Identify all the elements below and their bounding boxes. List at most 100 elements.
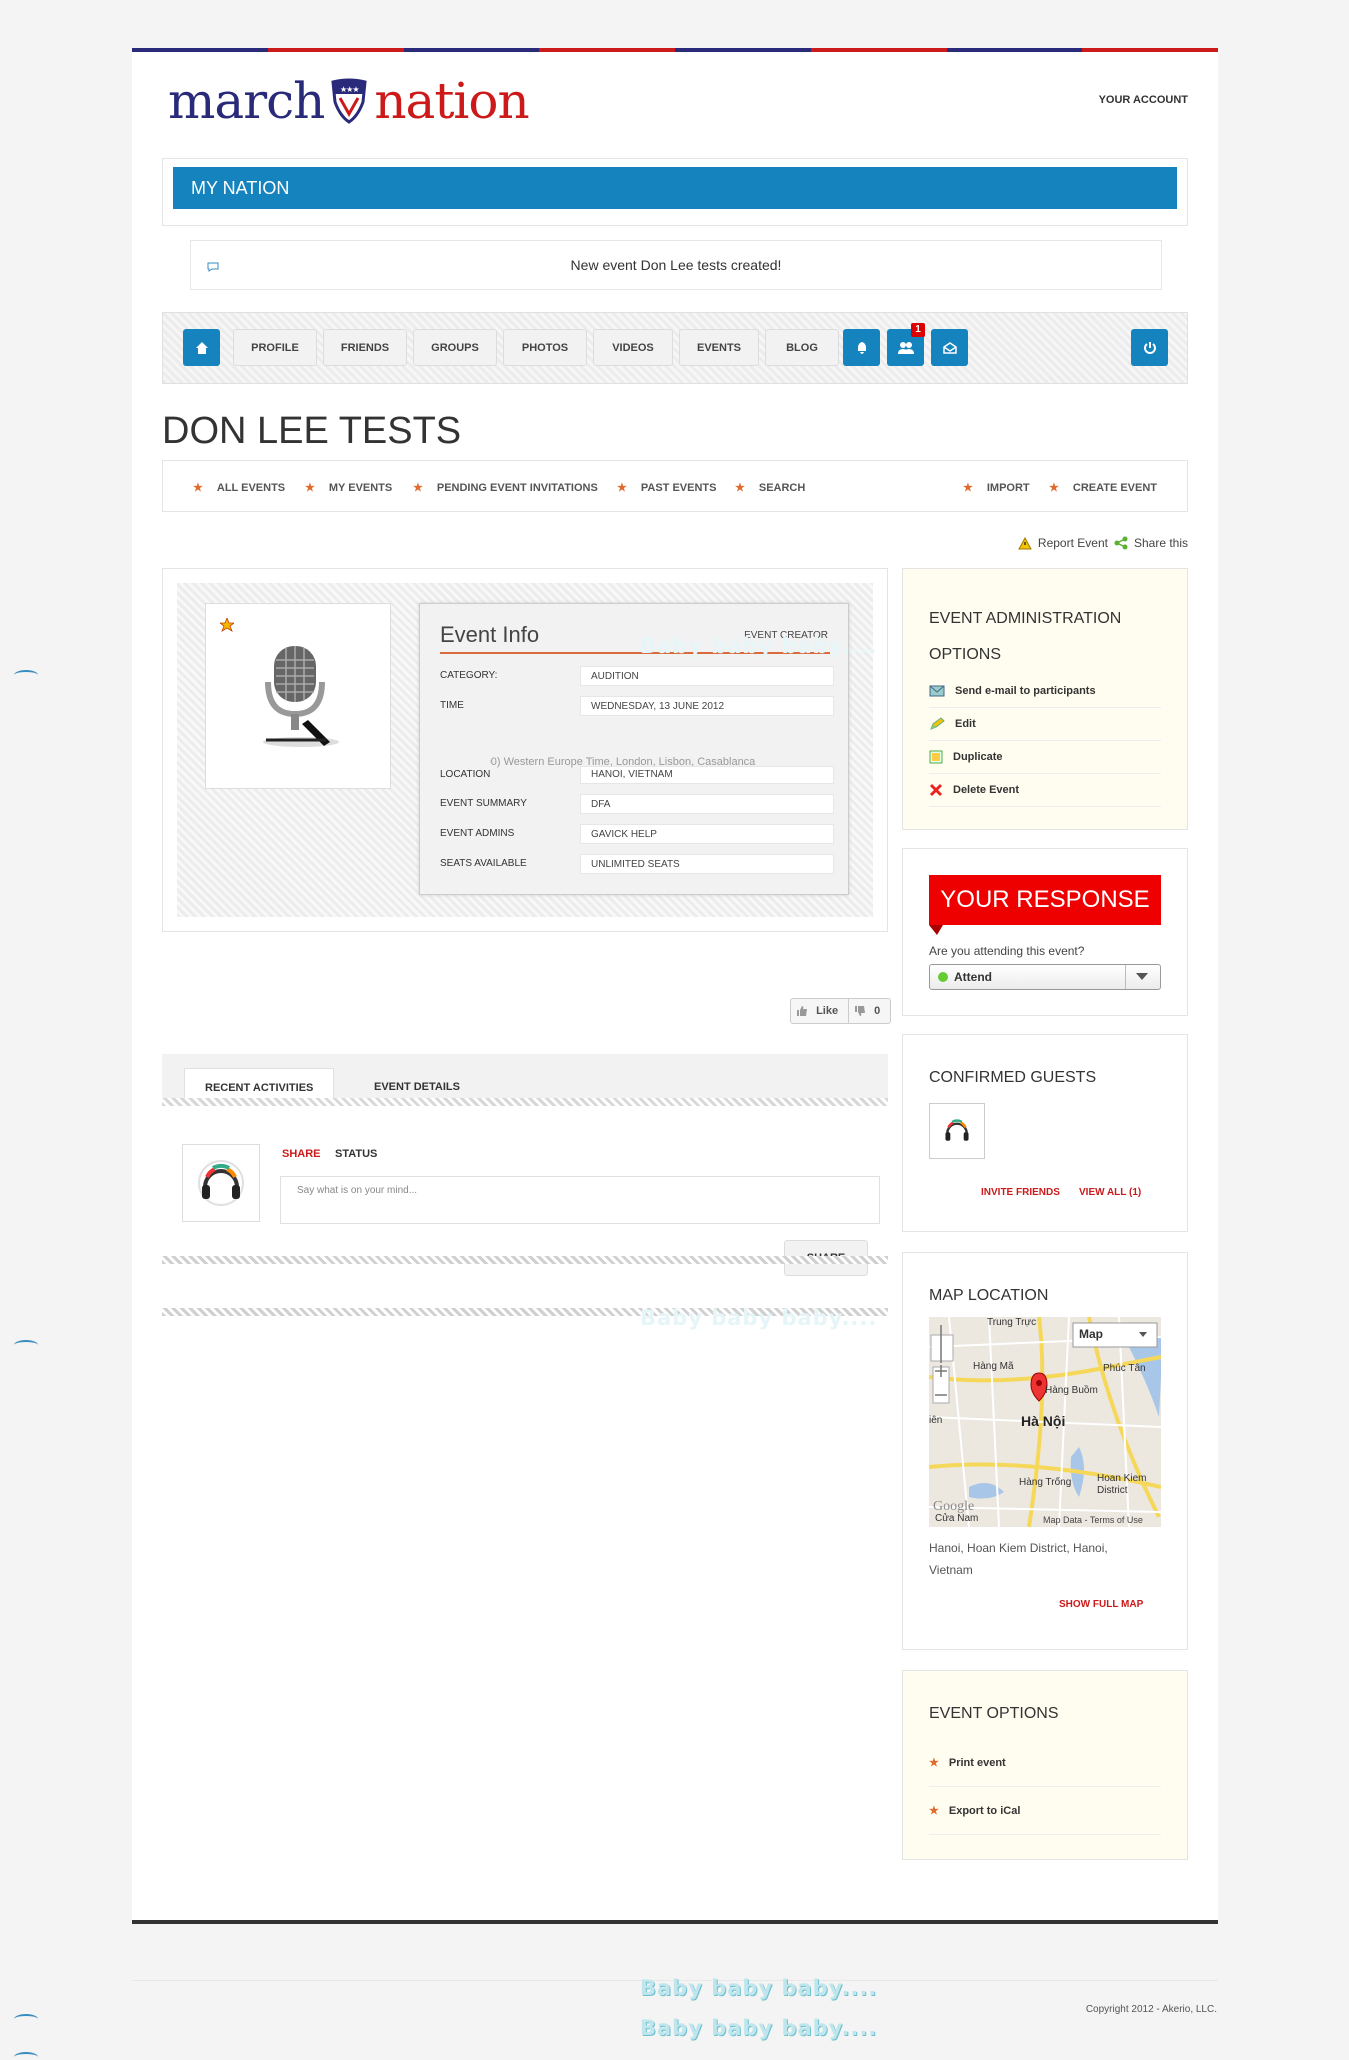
- headphones-avatar-icon: [198, 1160, 244, 1206]
- inbox-button[interactable]: [931, 329, 968, 366]
- option-label: Export to iCal: [948, 1804, 1021, 1817]
- logo-text-nation: nation: [374, 72, 529, 130]
- event-admin-panel: EVENT ADMINISTRATION OPTIONS Send e-mail …: [902, 568, 1188, 830]
- event-row-value: UNLIMITED SEATS: [580, 854, 834, 874]
- guest-avatar[interactable]: [929, 1103, 985, 1159]
- chevron-down-icon: [1136, 973, 1148, 980]
- top-stripe: [132, 48, 1218, 52]
- nav-blog[interactable]: BLOG: [765, 329, 839, 366]
- attend-select[interactable]: Attend: [929, 964, 1161, 990]
- report-event-link[interactable]: Report Event: [1038, 536, 1108, 550]
- event-row-value: WEDNESDAY, 13 JUNE 2012: [580, 696, 834, 716]
- export-ical-option[interactable]: ★ Export to iCal: [929, 1787, 1161, 1835]
- map-location-title: MAP LOCATION: [929, 1287, 1049, 1304]
- action-label: Delete Event: [953, 784, 1020, 796]
- subnav-search[interactable]: ★ SEARCH: [735, 481, 805, 494]
- status-input[interactable]: Say what is on your mind...: [280, 1176, 880, 1224]
- shield-icon: ★★★: [331, 78, 367, 124]
- banner-fold: [929, 925, 943, 935]
- edge-artifact: [14, 2014, 38, 2024]
- subnav-pending-invitations[interactable]: ★ PENDING EVENT INVITATIONS: [413, 481, 598, 494]
- nav-groups[interactable]: GROUPS: [413, 329, 497, 366]
- bell-icon: [857, 341, 866, 354]
- event-avatar: [205, 603, 391, 789]
- nav-videos[interactable]: VIDEOS: [593, 329, 673, 366]
- share-icon: [1114, 536, 1128, 550]
- tabs-hatch: [162, 1098, 888, 1106]
- confirmed-guests-title: CONFIRMED GUESTS: [929, 1069, 1097, 1086]
- site-logo[interactable]: march ★★★ nation: [168, 72, 530, 130]
- send-email-action[interactable]: Send e-mail to participants: [929, 675, 1161, 708]
- event-row-label: LOCATION: [440, 750, 491, 780]
- share-tab[interactable]: SHARE: [282, 1148, 321, 1160]
- view-all-guests-link[interactable]: VIEW ALL (1): [1079, 1187, 1141, 1198]
- watermark-text: Baby baby baby....: [640, 1976, 878, 2000]
- attend-question: Are you attending this event?: [929, 944, 1085, 958]
- map-address: Hanoi, Hoan Kiem District, Hanoi, Vietna…: [929, 1541, 1108, 1577]
- map-label: Hoan Kiem District: [1097, 1473, 1147, 1496]
- event-options-panel: EVENT OPTIONS ★ Print event ★ Export to …: [902, 1670, 1188, 1860]
- copyright-text: Copyright 2012 - Akerio, LLC.: [1085, 2004, 1217, 2015]
- notification-message: New event Don Lee tests created!: [190, 240, 1162, 290]
- subnav-my-events[interactable]: ★ MY EVENTS: [305, 481, 392, 494]
- invite-friends-link[interactable]: INVITE FRIENDS: [981, 1187, 1060, 1198]
- event-row-label: TIME: [440, 700, 464, 711]
- notification-text: New event Don Lee tests created!: [570, 257, 782, 273]
- envelope-icon: [942, 341, 957, 354]
- friend-requests-button[interactable]: 1: [887, 323, 925, 366]
- map-view[interactable]: Map Trung Trực Hàng Mã Phúc Tân Hàng Buồ…: [929, 1317, 1161, 1527]
- subnav-label: IMPORT: [986, 482, 1030, 494]
- event-row-value: HANOI, VIETNAM: [580, 766, 834, 784]
- delete-x-icon: [929, 783, 943, 797]
- subnav-all-events[interactable]: ★ ALL EVENTS: [193, 481, 285, 494]
- edge-artifact: [14, 670, 38, 680]
- duplicate-action[interactable]: Duplicate: [929, 741, 1161, 774]
- status-tab[interactable]: STATUS: [335, 1148, 377, 1160]
- my-nation-bar[interactable]: MY NATION: [173, 167, 1177, 209]
- subnav-create-event[interactable]: ★ CREATE EVENT: [1049, 481, 1157, 494]
- watermark-text: Baby baby baby....: [640, 2016, 878, 2040]
- show-full-map-link[interactable]: SHOW FULL MAP: [1059, 1599, 1143, 1610]
- divider-hatch: [162, 1256, 888, 1264]
- home-button[interactable]: [183, 329, 220, 366]
- map-type-select[interactable]: Map: [1079, 1327, 1103, 1341]
- map-label: Hà Nội: [1021, 1413, 1066, 1429]
- share-this-link[interactable]: Share this: [1134, 536, 1188, 550]
- subnav-label: SEARCH: [758, 482, 806, 494]
- nav-photos[interactable]: PHOTOS: [503, 329, 587, 366]
- star-icon: ★: [305, 482, 315, 494]
- watermark-text: Baby baby baby....: [640, 1306, 878, 1330]
- user-avatar[interactable]: [182, 1144, 260, 1222]
- event-row-value: GAVICK HELP: [580, 824, 834, 844]
- main-navbar: PROFILE FRIENDS GROUPS PHOTOS VIDEOS EVE…: [162, 312, 1188, 384]
- logo-text-march: march: [168, 72, 325, 130]
- event-row-label: EVENT ADMINS: [440, 828, 515, 839]
- logout-button[interactable]: [1131, 329, 1168, 366]
- notifications-button[interactable]: [843, 329, 880, 366]
- warning-icon: [1018, 536, 1032, 549]
- response-panel: YOUR RESPONSE Are you attending this eve…: [902, 848, 1188, 1016]
- event-info-panel: Event Info EVENT CREATOR CATEGORY: AUDIT…: [162, 568, 888, 932]
- green-dot-icon: [938, 972, 948, 982]
- your-account-link[interactable]: YOUR ACCOUNT: [1099, 94, 1188, 106]
- subnav-label: ALL EVENTS: [216, 482, 286, 494]
- dislike-button[interactable]: 0: [849, 999, 890, 1023]
- headphones-avatar-icon: [945, 1119, 969, 1141]
- my-nation-container: MY NATION: [162, 158, 1188, 226]
- print-event-option[interactable]: ★ Print event: [929, 1739, 1161, 1787]
- nav-friends[interactable]: FRIENDS: [323, 329, 407, 366]
- map-label: iên: [929, 1415, 943, 1426]
- edit-action[interactable]: Edit: [929, 708, 1161, 741]
- page-container: march ★★★ nation YOUR ACCOUNT MY NATION …: [132, 48, 1218, 1924]
- nav-profile[interactable]: PROFILE: [233, 329, 317, 366]
- map-attribution[interactable]: Map Data - Terms of Use: [1043, 1515, 1143, 1525]
- delete-event-action[interactable]: Delete Event: [929, 774, 1161, 807]
- nav-events[interactable]: EVENTS: [679, 329, 759, 366]
- like-widget: Like 0: [790, 998, 892, 1024]
- like-label: Like: [816, 1005, 839, 1017]
- star-icon: ★: [929, 1757, 939, 1769]
- subnav-import[interactable]: ★ IMPORT: [963, 481, 1030, 494]
- star-icon: ★: [963, 482, 973, 494]
- like-button[interactable]: Like: [791, 999, 850, 1023]
- subnav-past-events[interactable]: ★ PAST EVENTS: [617, 481, 716, 494]
